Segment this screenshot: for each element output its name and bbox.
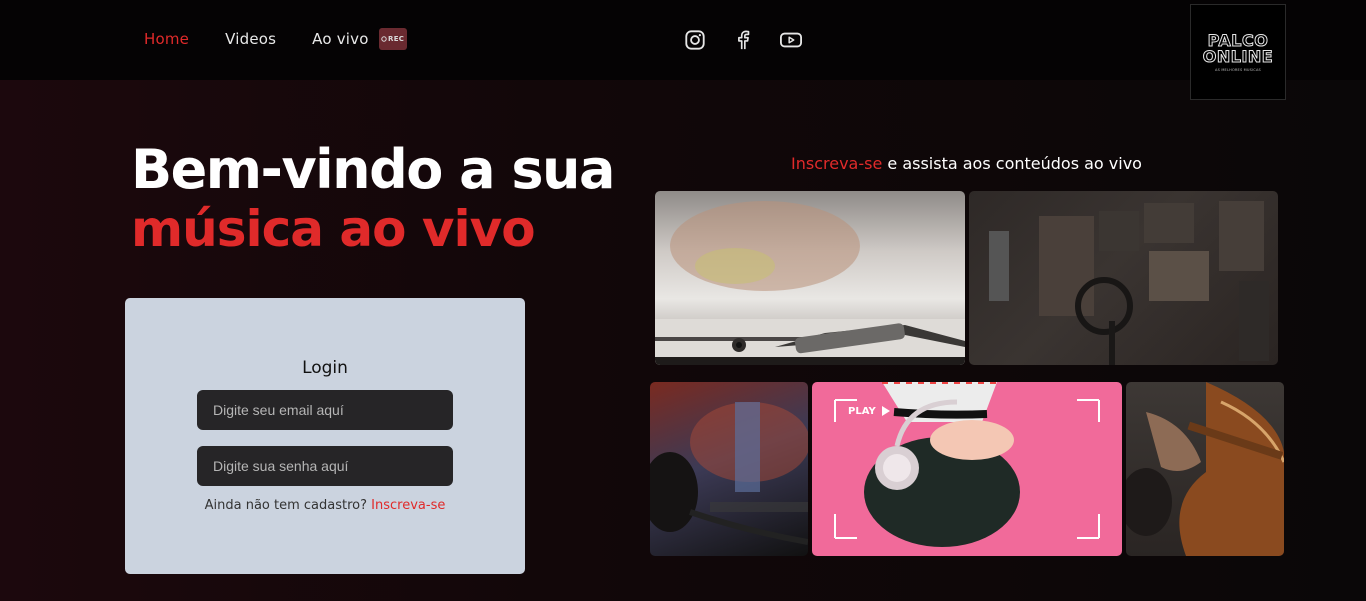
nav-live-link[interactable]: Ao vivo: [312, 30, 368, 48]
rec-badge: REC: [378, 28, 407, 50]
microphone-image: [650, 402, 808, 545]
youtube-icon[interactable]: [779, 28, 803, 52]
facebook-icon[interactable]: [731, 28, 755, 52]
subscribe-heading-text: e assista aos conteúdos ao vivo: [882, 154, 1142, 173]
social-links: [683, 28, 827, 52]
email-field[interactable]: [197, 390, 453, 430]
gallery-photo-laptop-cable[interactable]: [655, 191, 965, 365]
gallery-photo-studio[interactable]: [969, 191, 1278, 365]
logo-line-2: ONLINE: [1202, 46, 1274, 66]
gallery-photo-guitar[interactable]: [1126, 382, 1284, 556]
nav-home-link[interactable]: Home: [144, 30, 189, 48]
top-navigation-bar: Home Videos Ao vivo REC PALCO ONLINE AS …: [0, 0, 1366, 100]
nav-live-item[interactable]: Ao vivo REC: [312, 28, 407, 50]
hero-subtitle: música ao vivo: [131, 200, 536, 258]
login-card: Login Ainda não tem cadastro? Inscreva-s…: [125, 298, 525, 574]
hero-title: Bem-vindo a sua: [131, 138, 615, 201]
logo-tagline: AS MELHORES MUSICAS: [1215, 67, 1261, 72]
guitar-image: [1126, 382, 1284, 556]
play-label: PLAY: [848, 406, 876, 417]
signup-link[interactable]: Inscreva-se: [371, 498, 445, 513]
instagram-icon[interactable]: [683, 28, 707, 52]
rec-badge-label: REC: [388, 35, 405, 43]
signup-prompt: Ainda não tem cadastro? Inscreva-se: [125, 498, 525, 513]
studio-image: [989, 201, 1269, 365]
palco-online-logo[interactable]: PALCO ONLINE AS MELHORES MUSICAS: [1190, 4, 1286, 100]
gallery-photo-microphone[interactable]: [650, 382, 808, 556]
login-title: Login: [302, 358, 348, 378]
main-nav: Home Videos Ao vivo REC: [144, 28, 407, 50]
no-account-text: Ainda não tem cadastro?: [204, 498, 368, 513]
subscribe-heading-accent[interactable]: Inscreva-se: [791, 154, 882, 173]
password-field[interactable]: [197, 446, 453, 486]
nav-videos-link[interactable]: Videos: [225, 30, 276, 48]
subscribe-heading: Inscreva-se e assista aos conteúdos ao v…: [655, 154, 1278, 173]
record-dot-icon: [381, 36, 387, 42]
laptop-cable-image: [655, 201, 965, 365]
